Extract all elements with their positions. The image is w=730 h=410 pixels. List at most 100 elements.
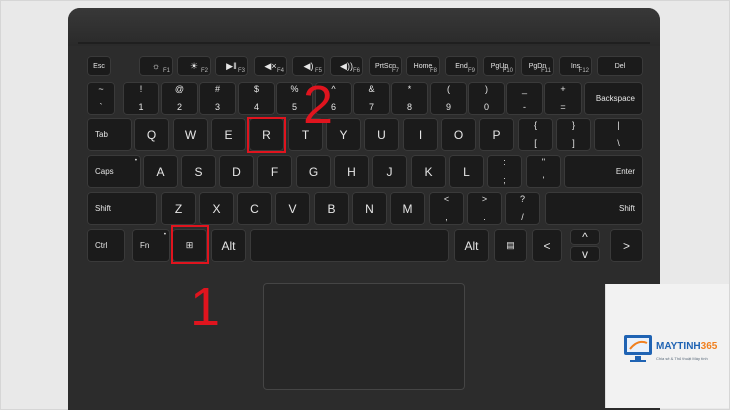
key-menu-key[interactable]: ▤ <box>494 229 527 262</box>
key-symbol[interactable]: >. <box>467 192 502 225</box>
key-label: K <box>424 164 433 179</box>
key-label: L <box>463 164 470 179</box>
key-symbol[interactable]: {[ <box>518 118 553 151</box>
key-x[interactable]: X <box>199 192 234 225</box>
key-symbol[interactable]: * 8 <box>391 82 428 115</box>
key-volume-down[interactable]: ◀) F5 <box>292 56 325 76</box>
key-shift-label: < <box>443 194 450 204</box>
key-ctrl[interactable]: Ctrl <box>87 229 125 262</box>
key-label: 1 <box>138 102 144 112</box>
key-space[interactable] <box>250 229 449 262</box>
key-del[interactable]: Del <box>597 56 643 76</box>
key-i[interactable]: I <box>403 118 438 151</box>
indicator-light: • <box>134 158 137 164</box>
key-symbol[interactable]: ! 1 <box>123 82 159 115</box>
key-b[interactable]: B <box>314 192 349 225</box>
key-symbol[interactable]: ) 0 <box>468 82 505 115</box>
volume-up-icon: ◀)) <box>340 60 353 71</box>
key-[interactable]: < <box>532 229 562 262</box>
key-symbol[interactable]: @2 <box>161 82 198 115</box>
key-symbol[interactable]: ? / <box>505 192 540 225</box>
key-caps[interactable]: Caps • <box>87 155 141 188</box>
key-volume-up[interactable]: ◀)) F6 <box>330 56 363 76</box>
key-g[interactable]: G <box>296 155 331 188</box>
key-tab[interactable]: Tab <box>87 118 132 151</box>
key-symbol[interactable]: #3 <box>199 82 236 115</box>
key-label: U <box>377 127 386 142</box>
key-shift-label: * <box>407 84 412 94</box>
key-k[interactable]: K <box>411 155 446 188</box>
trackpad[interactable] <box>263 283 465 390</box>
key-shift-label: _ <box>521 84 527 94</box>
key-pgdn[interactable]: PgDn F11 <box>521 56 554 76</box>
step-1-label: 1 <box>190 277 221 337</box>
key-label: V <box>288 201 297 216</box>
key-label: Caps <box>95 167 114 176</box>
key-symbol[interactable]: :; <box>487 155 522 188</box>
key-backspace[interactable]: Backspace <box>584 82 643 115</box>
key-label: End <box>455 62 468 70</box>
key-label: = <box>560 102 566 112</box>
key-symbol[interactable]: _ - <box>506 82 543 115</box>
key-end[interactable]: End F9 <box>445 56 478 76</box>
key-symbol[interactable]: " ' <box>526 155 561 188</box>
key-alt[interactable]: Alt <box>211 229 246 262</box>
key-c[interactable]: C <box>237 192 272 225</box>
key-u[interactable]: U <box>364 118 399 151</box>
key-prtscn[interactable]: PrtScn F7 <box>369 56 402 76</box>
brightness-up-icon: ☀ <box>189 60 199 71</box>
key-f[interactable]: F <box>257 155 292 188</box>
key-v[interactable]: V <box>275 192 310 225</box>
key-brightness-down[interactable]: ☼ F1 <box>139 56 173 76</box>
key-label: W <box>184 127 197 142</box>
key-m[interactable]: M <box>390 192 425 225</box>
key-label: 9 <box>445 102 451 112</box>
key-symbol[interactable]: (9 <box>430 82 467 115</box>
key-label: O <box>453 127 464 142</box>
key-e[interactable]: E <box>211 118 246 151</box>
key-alt[interactable]: Alt <box>454 229 489 262</box>
key-label: Shift <box>618 204 635 213</box>
key-p[interactable]: P <box>479 118 514 151</box>
key-shift[interactable]: Shift <box>545 192 643 225</box>
key-symbol[interactable]: & 7 <box>353 82 390 115</box>
key-q[interactable]: Q <box>134 118 169 151</box>
key-shift[interactable]: Shift <box>87 192 157 225</box>
key-label: . <box>483 212 486 222</box>
key-[interactable]: > <box>610 229 643 262</box>
key-o[interactable]: O <box>441 118 476 151</box>
key-symbol[interactable]: + = <box>544 82 582 115</box>
fn-label: F2 <box>200 68 208 74</box>
key-a[interactable]: A <box>143 155 178 188</box>
key-mute[interactable]: ◀× F4 <box>254 56 287 76</box>
key-z[interactable]: Z <box>161 192 196 225</box>
key-v[interactable]: v <box>570 246 600 262</box>
key-pgup[interactable]: PgUp F10 <box>483 56 516 76</box>
key-ins[interactable]: Ins F12 <box>559 56 592 76</box>
key-h[interactable]: H <box>334 155 369 188</box>
key-s[interactable]: S <box>181 155 216 188</box>
key-play-pause[interactable]: ▶‖ F3 <box>215 56 248 76</box>
key-home[interactable]: Home F8 <box>406 56 440 76</box>
key-shift-label: @ <box>174 84 185 94</box>
key-label: H <box>347 164 356 179</box>
key-l[interactable]: L <box>449 155 484 188</box>
key-d[interactable]: D <box>219 155 254 188</box>
fn-label: F8 <box>429 68 437 74</box>
key-enter[interactable]: Enter <box>564 155 643 188</box>
key-label: 0 <box>483 102 489 112</box>
key-label: > <box>622 238 630 253</box>
key-w[interactable]: W <box>173 118 208 151</box>
key-symbol[interactable]: $4 <box>238 82 275 115</box>
key-label: Y <box>339 127 348 142</box>
key-esc[interactable]: Esc <box>87 56 111 76</box>
key-fn[interactable]: Fn • <box>132 229 170 262</box>
key-symbol[interactable]: ~ ` <box>87 82 115 115</box>
key-symbol[interactable]: }] <box>556 118 591 151</box>
key-backslash[interactable]: | \ <box>594 118 643 151</box>
key-n[interactable]: N <box>352 192 387 225</box>
key-[interactable]: ^ <box>570 229 600 245</box>
key-symbol[interactable]: <, <box>429 192 464 225</box>
key-brightness-up[interactable]: ☀ F2 <box>177 56 211 76</box>
key-j[interactable]: J <box>372 155 407 188</box>
